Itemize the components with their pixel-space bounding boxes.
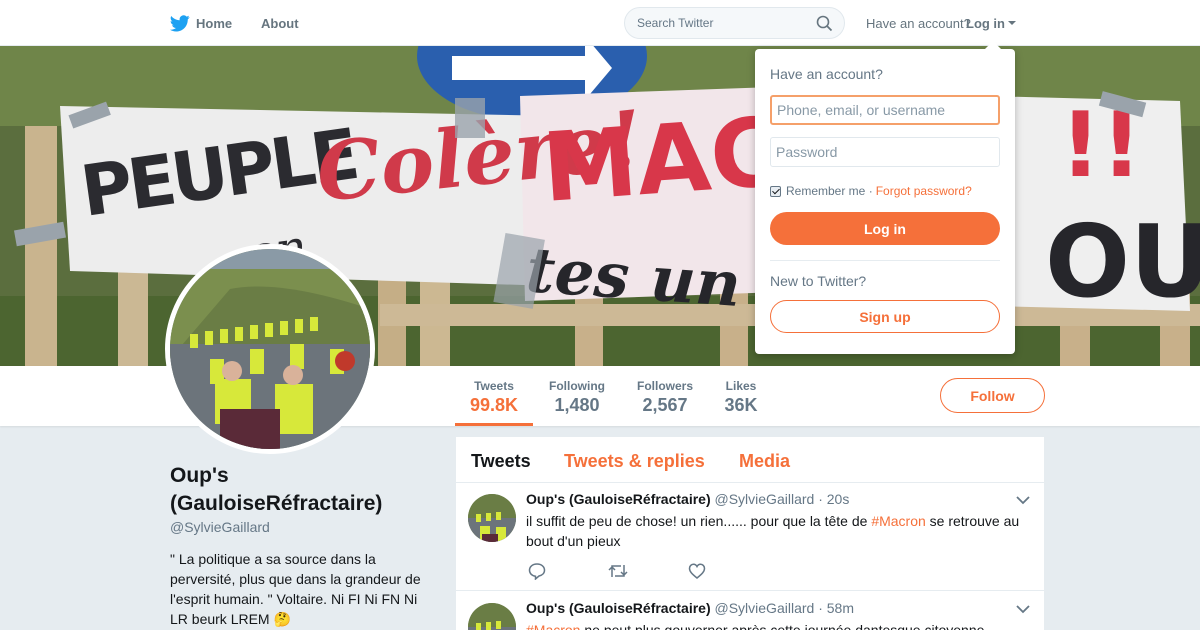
tweet-hashtag[interactable]: #Macron <box>526 622 580 630</box>
nav-about-link[interactable]: About <box>261 16 299 31</box>
remember-checkbox[interactable] <box>770 185 781 197</box>
stat-following[interactable]: Following 1,480 <box>540 366 614 426</box>
chevron-down-icon[interactable] <box>1016 604 1030 614</box>
tweet-text: il suffit de peu de chose! un rien......… <box>526 511 1031 551</box>
svg-text:tes un: tes un <box>524 233 743 321</box>
timeline: Tweets Tweets & replies Media Oup's (Gau… <box>456 437 1044 630</box>
search-placeholder: Search Twitter <box>637 16 714 30</box>
separator-dot: · <box>865 184 873 198</box>
profile-handle[interactable]: @SylvieGaillard <box>170 519 270 535</box>
forgot-password-link[interactable]: Forgot password? <box>876 184 972 198</box>
retweet-icon[interactable] <box>608 562 628 585</box>
timeline-tabs: Tweets Tweets & replies Media <box>456 437 1044 483</box>
avatar[interactable] <box>165 244 375 454</box>
have-account-label: Have an account? <box>866 16 971 31</box>
divider <box>770 260 1000 261</box>
svg-text:OU!: OU! <box>1045 203 1200 320</box>
dropdown-title: Have an account? <box>770 66 883 82</box>
like-icon[interactable] <box>688 562 706 585</box>
stat-active-underline <box>455 423 533 426</box>
tweet-header: Oup's (GauloiseRéfractaire) @SylvieGaill… <box>526 600 854 616</box>
tweet-author-handle[interactable]: @SylvieGaillard <box>715 491 815 507</box>
tweet-author-name[interactable]: Oup's (GauloiseRéfractaire) <box>526 600 711 616</box>
tweet-text-part: il suffit de peu de chose! un rien......… <box>526 513 872 529</box>
stat-following-value: 1,480 <box>554 395 600 415</box>
tab-tweets-replies[interactable]: Tweets & replies <box>564 451 705 472</box>
tweet-text-part: ne peut plus gouverner après cette journ… <box>580 622 985 630</box>
reply-icon[interactable] <box>528 562 546 585</box>
tweet-item[interactable]: Oup's (GauloiseRéfractaire) @SylvieGaill… <box>456 592 1044 630</box>
dropdown-arrow <box>985 41 1001 49</box>
tweet-item[interactable]: Oup's (GauloiseRéfractaire) @SylvieGaill… <box>456 483 1044 591</box>
tweet-dot: · <box>814 600 827 616</box>
profile-name: Oup's (GauloiseRéfractaire) <box>170 464 383 515</box>
new-to-twitter-label: New to Twitter? <box>770 273 867 289</box>
top-navigation: Home About Search Twitter Have an accoun… <box>0 0 1200 46</box>
remember-row: Remember me · Forgot password? <box>770 184 972 198</box>
chevron-down-icon[interactable] <box>1016 495 1030 505</box>
search-input[interactable]: Search Twitter <box>624 7 845 39</box>
tweet-time[interactable]: 58m <box>827 600 854 616</box>
tweet-hashtag[interactable]: #Macron <box>871 513 925 529</box>
profile-bio: " La politique a sa source dans la perve… <box>170 551 421 627</box>
stat-likes[interactable]: Likes 36K <box>716 366 766 426</box>
tweet-avatar[interactable] <box>468 494 516 542</box>
tab-media[interactable]: Media <box>739 451 790 472</box>
tweet-dot: · <box>814 491 827 507</box>
stat-tweets[interactable]: Tweets 99.8K <box>455 366 533 426</box>
nav-home-link[interactable]: Home <box>170 13 232 33</box>
tweet-header: Oup's (GauloiseRéfractaire) @SylvieGaill… <box>526 491 849 507</box>
stat-tweets-label: Tweets <box>474 379 514 393</box>
stat-following-label: Following <box>549 379 605 393</box>
nav-home-label: Home <box>196 15 233 31</box>
tweet-text: #Macron ne peut plus gouverner après cet… <box>526 620 1031 630</box>
search-icon[interactable] <box>816 15 833 32</box>
tweet-time[interactable]: 20s <box>827 491 850 507</box>
stat-likes-value: 36K <box>724 395 758 415</box>
twitter-bird-icon <box>170 14 190 31</box>
svg-text:MAC: MAC <box>539 98 784 224</box>
caret-down-icon[interactable] <box>1008 21 1016 25</box>
stat-likes-label: Likes <box>725 379 757 393</box>
tweet-avatar[interactable] <box>468 603 516 630</box>
signup-button[interactable]: Sign up <box>770 300 1000 333</box>
username-field[interactable] <box>770 95 1000 125</box>
remember-label[interactable]: Remember me <box>786 184 865 198</box>
password-field[interactable] <box>770 137 1000 167</box>
stat-followers-value: 2,567 <box>642 395 688 415</box>
login-button[interactable]: Log in <box>770 212 1000 245</box>
stat-followers-label: Followers <box>636 379 693 393</box>
stat-tweets-value: 99.8K <box>469 395 519 415</box>
login-link[interactable]: Log in <box>966 16 1005 31</box>
follow-button[interactable]: Follow <box>940 378 1045 413</box>
login-dropdown: Have an account? Remember me · Forgot pa… <box>755 41 1015 354</box>
tweet-author-handle[interactable]: @SylvieGaillard <box>715 600 815 616</box>
stat-followers[interactable]: Followers 2,567 <box>628 366 702 426</box>
tab-tweets[interactable]: Tweets <box>471 451 531 472</box>
tweet-author-name[interactable]: Oup's (GauloiseRéfractaire) <box>526 491 711 507</box>
